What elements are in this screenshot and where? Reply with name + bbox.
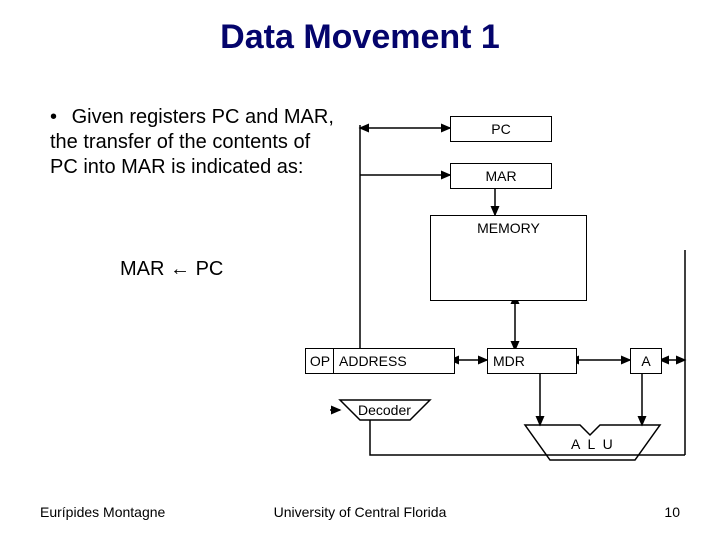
- bullet-text: • Given registers PC and MAR, the transf…: [50, 105, 340, 180]
- rtl-expression: MAR ← PC: [120, 258, 223, 281]
- address-field: ADDRESS: [333, 348, 455, 374]
- slide-title: Data Movement 1: [0, 18, 720, 57]
- rtl-src: PC: [196, 258, 224, 280]
- memory-block: MEMORY: [430, 215, 587, 301]
- bullet-content: Given registers PC and MAR, the transfer…: [50, 106, 334, 178]
- bullet-marker: •: [50, 105, 66, 130]
- left-arrow-icon: ←: [170, 258, 190, 280]
- mdr-register: MDR: [487, 348, 577, 374]
- page-number: 10: [664, 504, 680, 520]
- alu-label: A L U: [571, 436, 615, 452]
- rtl-dest: MAR: [120, 258, 164, 280]
- footer-affiliation: University of Central Florida: [0, 504, 720, 520]
- pc-register: PC: [450, 116, 552, 142]
- mar-register: MAR: [450, 163, 552, 189]
- decoder-label: Decoder: [358, 402, 411, 418]
- op-field: OP: [305, 348, 335, 374]
- a-register: A: [630, 348, 662, 374]
- cpu-diagram: PC MAR MEMORY OP ADDRESS MDR A Decoder A…: [330, 100, 700, 480]
